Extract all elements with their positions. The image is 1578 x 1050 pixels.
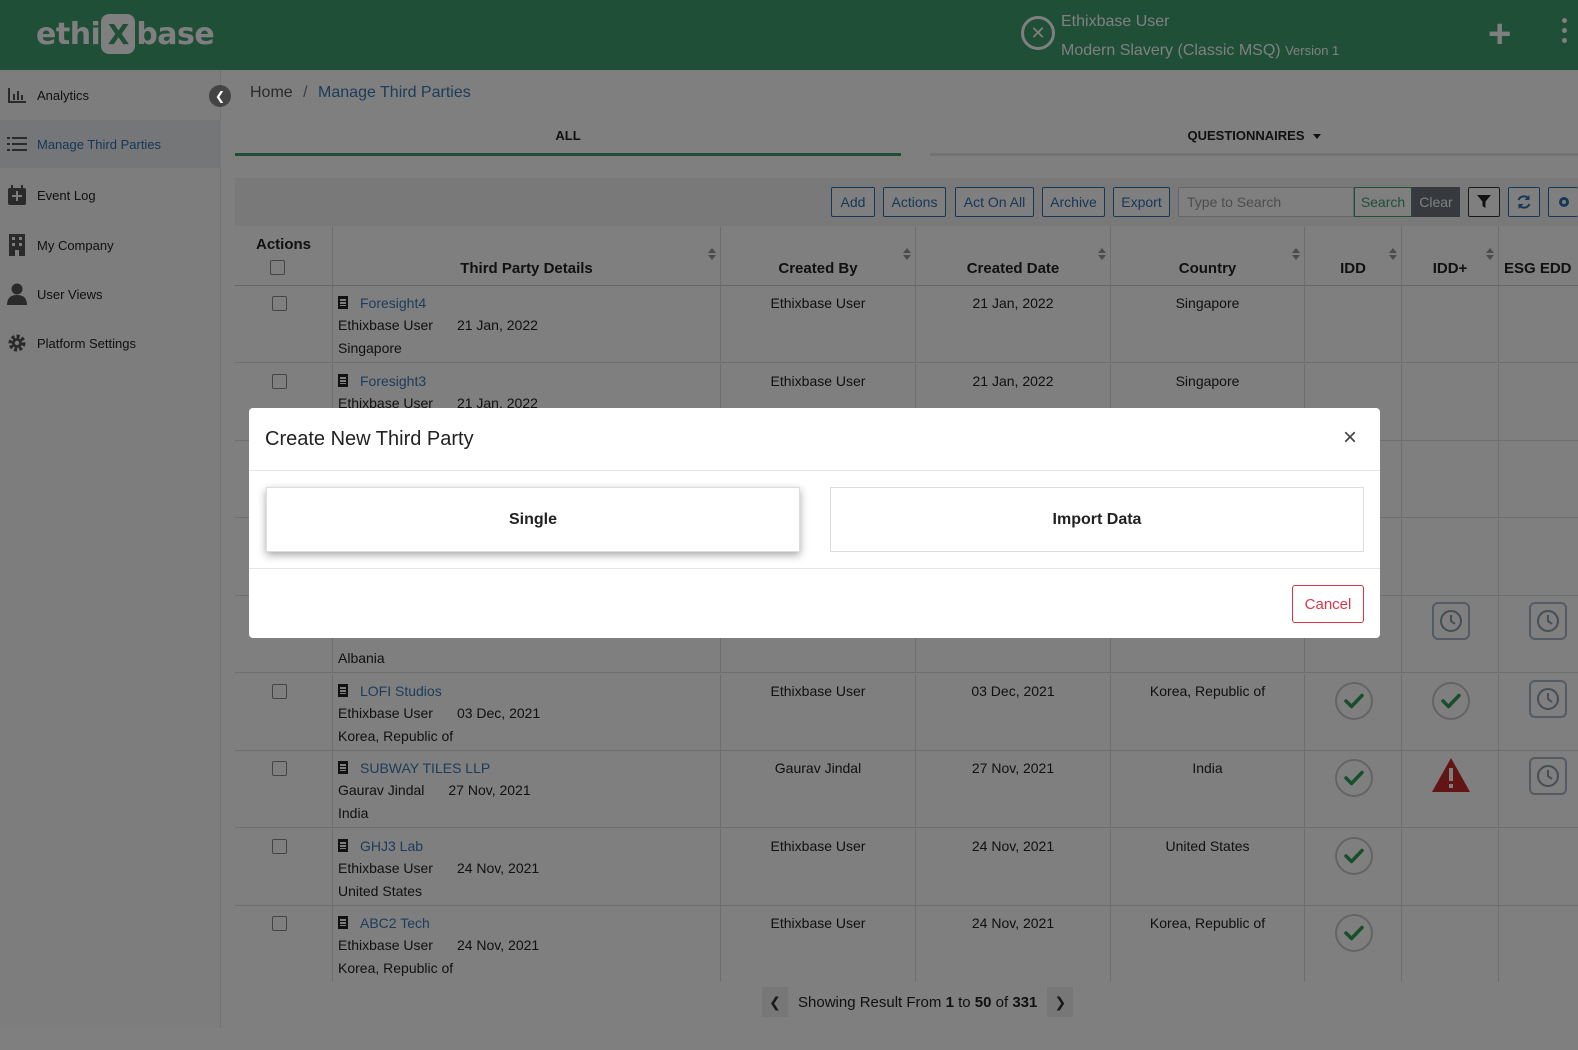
close-icon[interactable]: × [1343,426,1357,450]
sidebar-collapse-button[interactable]: ❮ [209,85,231,107]
create-third-party-modal: Create New Third Party × Single Import D… [249,408,1380,638]
cancel-button[interactable]: Cancel [1292,585,1364,623]
import-data-option-button[interactable]: Import Data [830,487,1364,552]
modal-title: Create New Third Party [265,428,474,450]
modal-divider [249,568,1380,569]
modal-divider [249,470,1380,471]
single-option-button[interactable]: Single [266,487,800,552]
